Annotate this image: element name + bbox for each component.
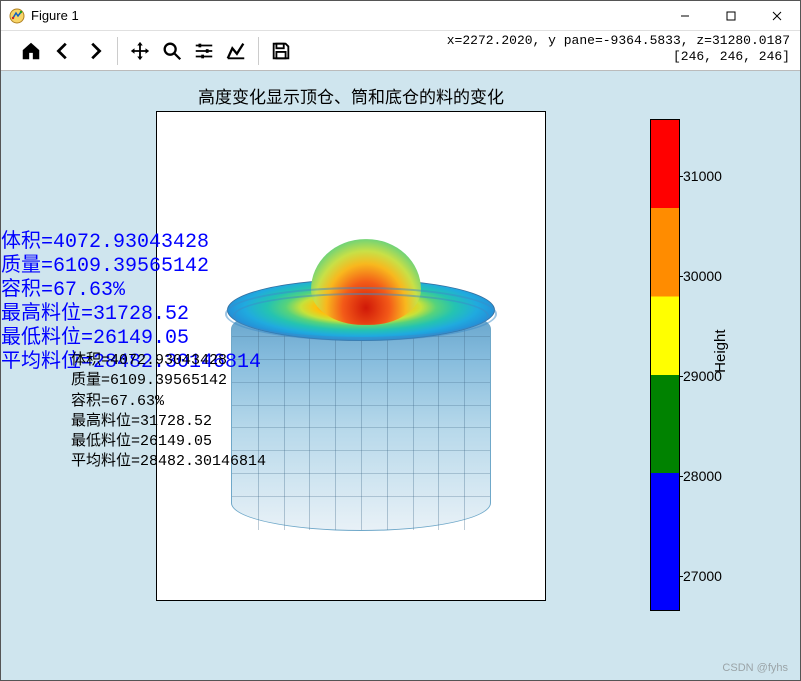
- stats-overlay-black: 体积=4072.93043428 质量=6109.39565142 容积=67.…: [71, 351, 266, 473]
- silo-3d-surface: [231, 241, 491, 551]
- stat-max: 最高料位=31728.52: [71, 412, 266, 432]
- titlebar: Figure 1: [1, 1, 800, 31]
- coord-readout: x=2272.2020, y pane=-9364.5833, z=31280.…: [447, 33, 790, 64]
- cbar-tick: 27000: [683, 568, 722, 584]
- window-title: Figure 1: [31, 8, 662, 23]
- stat-max: 最高料位=31728.52: [1, 303, 261, 327]
- window-controls: [662, 1, 800, 30]
- colorbar: 31000 30000 29000 28000 27000: [650, 119, 680, 611]
- coord-line1: x=2272.2020, y pane=-9364.5833, z=31280.…: [447, 33, 790, 49]
- stat-avg: 平均料位=28482.30146814: [71, 452, 266, 472]
- figure-window: Figure 1: [0, 0, 801, 681]
- stat-mass: 质量=6109.39565142: [1, 255, 261, 279]
- cbar-tick: 30000: [683, 268, 722, 284]
- stat-mass: 质量=6109.39565142: [71, 371, 266, 391]
- configure-button[interactable]: [190, 37, 218, 65]
- stat-volume: 体积=4072.93043428: [71, 351, 266, 371]
- edit-plot-button[interactable]: [222, 37, 250, 65]
- home-button[interactable]: [17, 37, 45, 65]
- cbar-tick: 31000: [683, 168, 722, 184]
- close-button[interactable]: [754, 1, 800, 30]
- stat-volume: 体积=4072.93043428: [1, 231, 261, 255]
- colorbar-label: Height: [712, 330, 729, 373]
- zoom-button[interactable]: [158, 37, 186, 65]
- pan-button[interactable]: [126, 37, 154, 65]
- app-icon: [9, 8, 25, 24]
- back-button[interactable]: [49, 37, 77, 65]
- toolbar: x=2272.2020, y pane=-9364.5833, z=31280.…: [1, 31, 800, 71]
- stat-capacity: 容积=67.63%: [71, 392, 266, 412]
- stat-min: 最低料位=26149.05: [1, 327, 261, 351]
- stat-min: 最低料位=26149.05: [71, 432, 266, 452]
- minimize-button[interactable]: [662, 1, 708, 30]
- canvas-area[interactable]: 高度变化显示顶仓、筒和底仓的料的变化: [1, 71, 800, 680]
- save-button[interactable]: [267, 37, 295, 65]
- plot-title: 高度变化显示顶仓、筒和底仓的料的变化: [156, 83, 546, 108]
- forward-button[interactable]: [81, 37, 109, 65]
- coord-line2: [246, 246, 246]: [447, 49, 790, 65]
- stat-capacity: 容积=67.63%: [1, 279, 261, 303]
- cbar-tick: 28000: [683, 468, 722, 484]
- maximize-button[interactable]: [708, 1, 754, 30]
- watermark: CSDN @fyhs: [722, 662, 788, 674]
